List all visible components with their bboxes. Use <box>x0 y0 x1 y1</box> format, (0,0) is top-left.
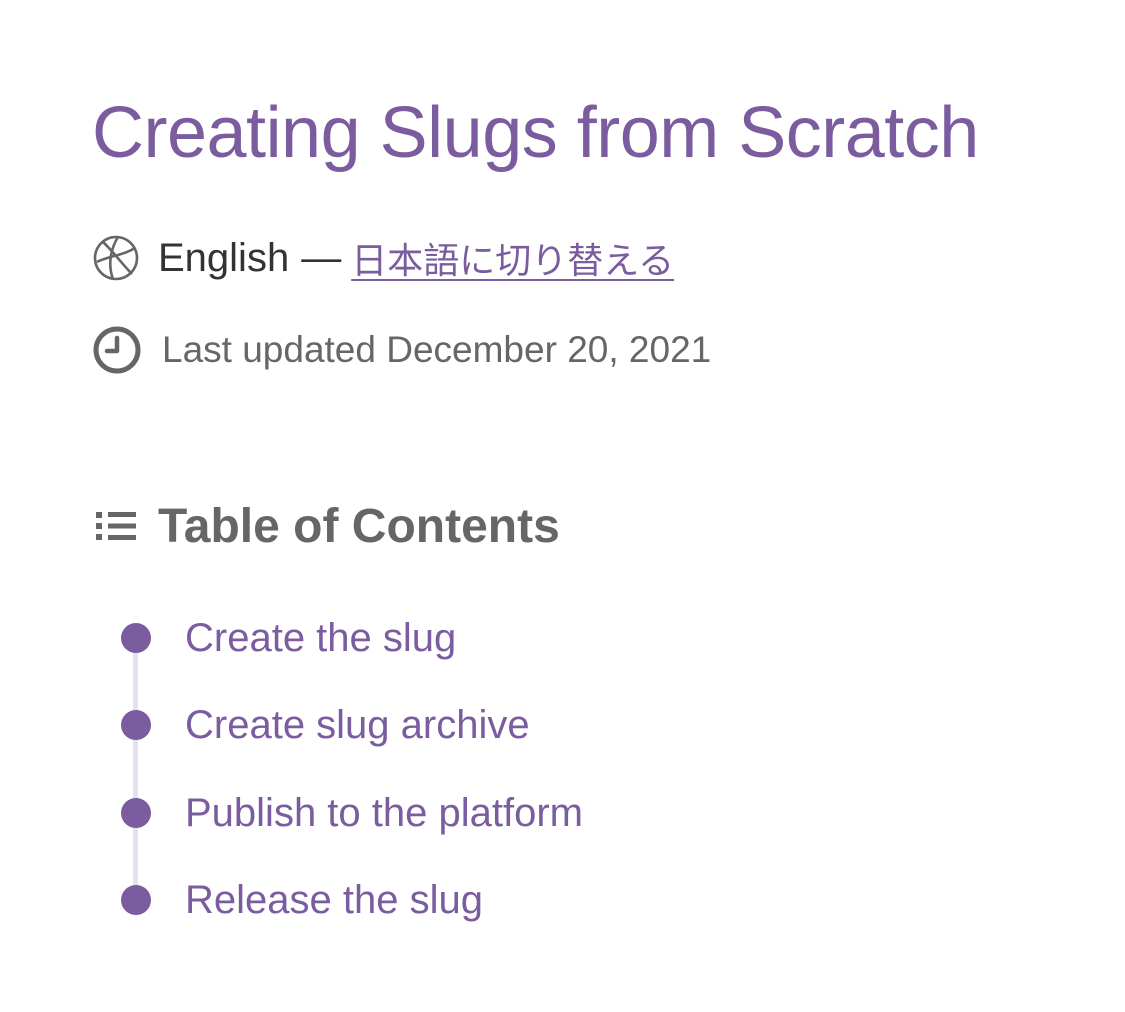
toc-bullet <box>121 798 151 828</box>
globe-icon <box>92 234 140 282</box>
current-language: English <box>158 236 290 280</box>
toc-link[interactable]: Release the slug <box>185 856 483 944</box>
switch-language-link[interactable]: 日本語に切り替える <box>351 232 674 284</box>
toc-link[interactable]: Create the slug <box>185 594 456 682</box>
toc-bullet <box>121 885 151 915</box>
list-icon <box>92 506 140 546</box>
language-row: English — 日本語に切り替える <box>92 232 674 284</box>
clock-icon <box>92 325 142 375</box>
toc-timeline-line <box>133 638 138 900</box>
language-separator: — <box>301 235 342 280</box>
last-updated-row: Last updated December 20, 2021 <box>92 326 711 374</box>
table-of-contents: Create the slug Create slug archive Publ… <box>92 594 892 934</box>
toc-bullet <box>121 623 151 653</box>
toc-bullet <box>121 710 151 740</box>
toc-heading: Table of Contents <box>92 494 560 558</box>
toc-link[interactable]: Create slug archive <box>185 681 530 769</box>
last-updated-text: Last updated December 20, 2021 <box>162 329 712 370</box>
page-title: Creating Slugs from Scratch <box>92 93 979 173</box>
toc-title: Table of Contents <box>158 499 560 553</box>
toc-link[interactable]: Publish to the platform <box>185 769 583 857</box>
